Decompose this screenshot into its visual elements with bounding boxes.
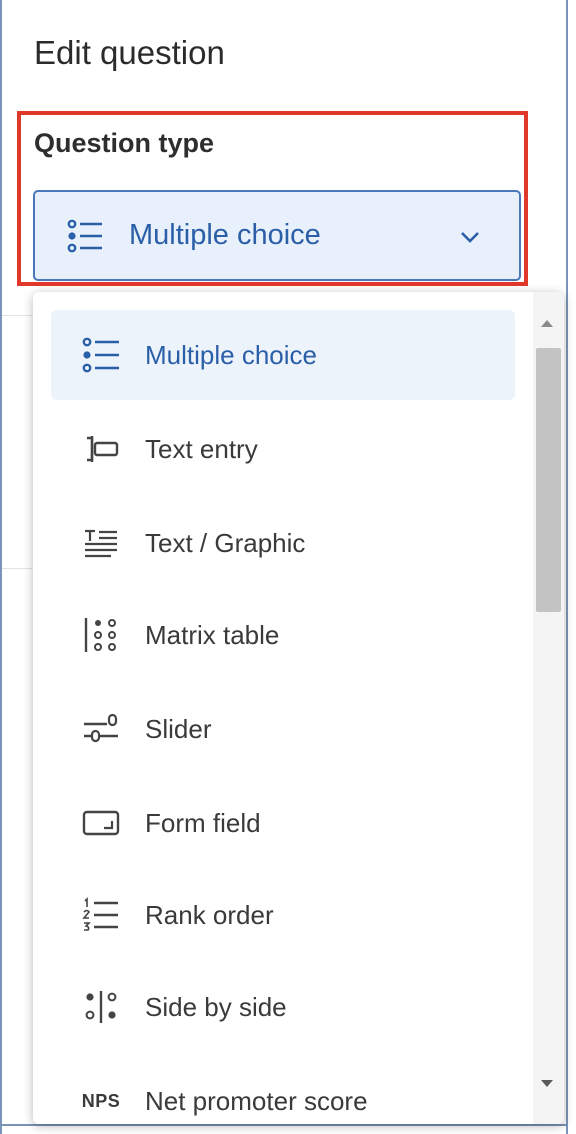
- option-rank-order[interactable]: Rank order: [51, 870, 515, 960]
- slider-icon: [81, 709, 121, 749]
- option-label: Text entry: [145, 433, 258, 464]
- option-label: Matrix table: [145, 619, 280, 650]
- question-type-label: Question type: [34, 128, 215, 158]
- option-form-field[interactable]: Form field: [51, 778, 515, 868]
- background-divider: [2, 568, 32, 569]
- panel-title: Edit question: [34, 34, 225, 71]
- background-divider: [2, 315, 32, 316]
- window-border-right: [566, 0, 568, 1134]
- rank-order-icon: [81, 895, 121, 935]
- dropdown-options-list: Multiple choice Text entry Text / Graphi…: [33, 292, 533, 1124]
- option-matrix-table[interactable]: Matrix table: [51, 590, 515, 680]
- matrix-table-icon: [81, 615, 121, 655]
- option-slider[interactable]: Slider: [51, 684, 515, 774]
- option-multiple-choice[interactable]: Multiple choice: [51, 310, 515, 400]
- nps-icon: NPS: [81, 1081, 121, 1121]
- scroll-up-arrow-icon[interactable]: [541, 320, 553, 327]
- option-text-entry[interactable]: Text entry: [51, 404, 515, 494]
- nps-icon-text: NPS: [81, 1090, 121, 1111]
- option-label: Net promoter score: [145, 1085, 368, 1116]
- option-label: Side by side: [145, 991, 287, 1022]
- window-border-bottom: [0, 1124, 568, 1126]
- scroll-down-arrow-icon[interactable]: [541, 1080, 553, 1087]
- list-bullets-icon: [81, 335, 121, 375]
- question-type-select-value: Multiple choice: [129, 219, 321, 251]
- question-type-dropdown-menu: Multiple choice Text entry Text / Graphi…: [33, 292, 564, 1124]
- side-by-side-icon: [81, 987, 121, 1027]
- option-side-by-side[interactable]: Side by side: [51, 962, 515, 1052]
- question-type-select[interactable]: Multiple choice: [33, 190, 521, 281]
- list-bullets-icon: [67, 218, 103, 254]
- option-label: Multiple choice: [145, 339, 317, 370]
- option-label: Rank order: [145, 899, 274, 930]
- option-label: Form field: [145, 807, 261, 838]
- text-graphic-icon: [81, 523, 121, 563]
- option-text-graphic[interactable]: Text / Graphic: [51, 498, 515, 588]
- option-label: Text / Graphic: [145, 527, 306, 558]
- option-net-promoter-score[interactable]: NPS Net promoter score: [51, 1056, 515, 1124]
- text-entry-icon: [81, 429, 121, 469]
- scrollbar-thumb[interactable]: [536, 348, 561, 612]
- form-field-icon: [81, 803, 121, 843]
- dropdown-scrollbar[interactable]: [533, 292, 564, 1124]
- chevron-down-icon: [459, 226, 481, 248]
- option-label: Slider: [145, 713, 212, 744]
